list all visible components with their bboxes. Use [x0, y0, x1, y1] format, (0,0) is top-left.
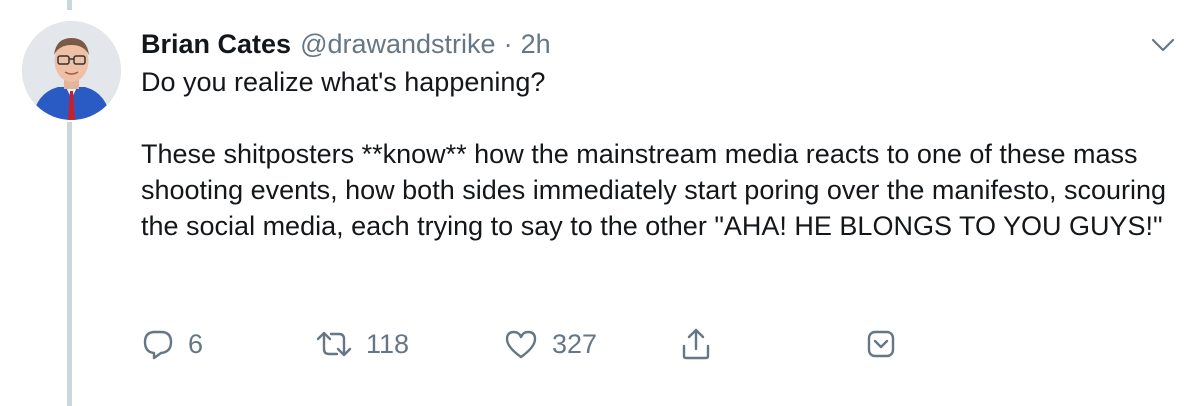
tweet-actions: 6 118 327: [141, 324, 901, 364]
retweet-button[interactable]: 118: [315, 324, 409, 364]
tweet-text-line-1: Do you realize what's happening?: [141, 67, 546, 97]
tweet[interactable]: Brian Cates @drawandstrike · 2h Do you r…: [0, 0, 1196, 406]
share-button[interactable]: [679, 324, 713, 364]
reply-count: 6: [188, 328, 204, 359]
like-button[interactable]: 327: [503, 324, 597, 364]
share-icon: [682, 328, 710, 360]
separator-dot: ·: [503, 28, 513, 59]
like-count: 327: [552, 328, 598, 359]
retweet-count: 118: [366, 328, 410, 359]
chevron-down-icon: [1151, 38, 1175, 52]
thread-line: [67, 122, 72, 406]
timestamp[interactable]: 2h: [521, 29, 551, 60]
thread-line-top: [67, 0, 72, 10]
user-handle[interactable]: @drawandstrike: [300, 29, 496, 60]
reply-icon: [143, 330, 173, 360]
tweet-text-paragraph-2: These shitposters **know** how the mains…: [141, 139, 1167, 241]
display-name[interactable]: Brian Cates: [141, 29, 291, 60]
dm-box-icon: [867, 330, 895, 358]
retweet-icon: [316, 331, 352, 357]
avatar[interactable]: [22, 21, 121, 120]
more-actions-button[interactable]: [865, 324, 897, 364]
heart-icon: [505, 330, 537, 359]
tweet-text: Do you realize what's happening? These s…: [141, 64, 1171, 244]
avatar-image: [22, 21, 121, 120]
tweet-header: Brian Cates @drawandstrike · 2h: [141, 26, 551, 62]
tweet-menu-button[interactable]: [1148, 30, 1178, 60]
reply-button[interactable]: 6: [141, 324, 203, 364]
